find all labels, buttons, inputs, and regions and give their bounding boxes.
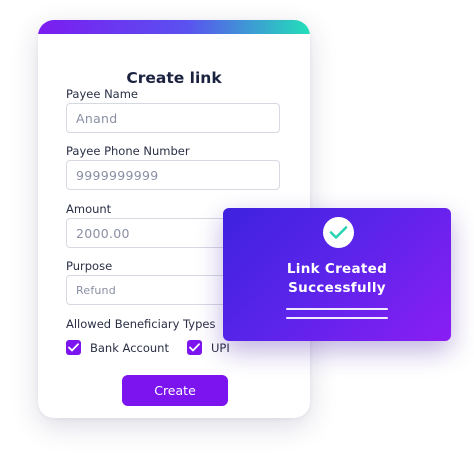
- beneficiary-types-label: Allowed Beneficiary Types: [66, 317, 216, 331]
- payee-phone-label: Payee Phone Number: [66, 144, 190, 158]
- amount-label: Amount: [66, 202, 112, 216]
- purpose-placeholder: Refund: [76, 283, 116, 297]
- payee-name-input[interactable]: Anand: [66, 103, 280, 133]
- success-check-icon: [323, 217, 354, 248]
- form-title: Create link: [126, 69, 222, 87]
- amount-placeholder: 2000.00: [76, 225, 130, 241]
- checkmark-icon: [189, 343, 200, 352]
- payee-phone-input[interactable]: 9999999999: [66, 160, 280, 190]
- payee-phone-placeholder: 9999999999: [76, 167, 159, 183]
- toast-divider-top: [286, 308, 388, 310]
- create-button[interactable]: Create: [122, 375, 228, 406]
- upi-label: UPI: [211, 340, 230, 355]
- bank-account-option[interactable]: Bank Account: [66, 340, 169, 355]
- bank-account-checkbox[interactable]: [66, 340, 81, 355]
- payee-name-label: Payee Name: [66, 87, 139, 101]
- checkmark-icon: [68, 343, 79, 352]
- toast-line-1: Link Created: [286, 261, 388, 277]
- toast-line-2: Successfully: [288, 280, 386, 296]
- toast-message: Link Created Successfully: [223, 260, 451, 298]
- success-toast: Link Created Successfully: [223, 208, 451, 341]
- bank-account-label: Bank Account: [90, 340, 169, 355]
- payee-name-placeholder: Anand: [76, 110, 118, 126]
- upi-option[interactable]: UPI: [187, 340, 230, 355]
- check-glyph-icon: [329, 226, 348, 239]
- toast-divider-bottom: [286, 317, 388, 319]
- upi-checkbox[interactable]: [187, 340, 202, 355]
- gradient-top-bar: [38, 20, 310, 34]
- purpose-label: Purpose: [66, 259, 113, 273]
